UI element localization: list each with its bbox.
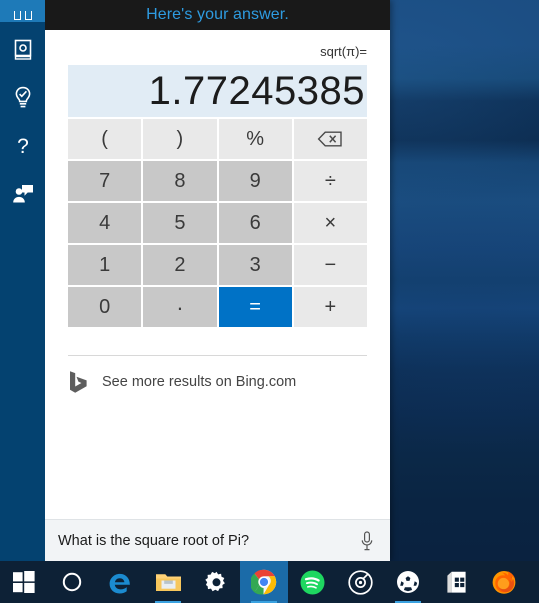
- calc-key-label: 3: [249, 253, 261, 276]
- settings-button[interactable]: [192, 561, 240, 603]
- media-player-button[interactable]: [336, 561, 384, 603]
- calculator-card: sqrt(π)= 1.77245385 ()% 7 8 9 ÷ 4 5 6 × 1 2 3 − 0. = +: [45, 30, 390, 327]
- bing-link-text: See more results on Bing.com: [102, 374, 297, 390]
- file-explorer-button[interactable]: [144, 561, 192, 603]
- edge-icon: [107, 569, 133, 595]
- feedback-icon: [12, 184, 34, 204]
- calc-key-backspace[interactable]: [293, 119, 367, 159]
- spotify-icon: [300, 570, 325, 595]
- backspace-icon: [317, 131, 343, 147]
- calc-key-0[interactable]: 0: [68, 287, 142, 327]
- calc-key-label: 7: [99, 169, 111, 192]
- start-icon: [13, 571, 35, 593]
- calc-key-label: ): [176, 127, 184, 150]
- calculator-result: 1.77245385: [148, 69, 365, 113]
- calc-key-label: ÷: [324, 169, 336, 192]
- calc-key-5[interactable]: 5: [143, 203, 217, 243]
- calc-key-label: 9: [249, 169, 261, 192]
- keypad-row: 7 8 9 ÷: [68, 161, 367, 201]
- calc-key-2[interactable]: 2: [143, 245, 217, 285]
- store-button[interactable]: [432, 561, 480, 603]
- calc-key-label: =: [249, 295, 261, 318]
- sidebar-icon-list: ?: [0, 26, 45, 218]
- bing-more-results-link[interactable]: See more results on Bing.com: [45, 356, 390, 394]
- calc-key-label: 8: [174, 169, 186, 192]
- keypad-row: 0. = +: [68, 287, 367, 327]
- system-tray[interactable]: [528, 561, 539, 603]
- edge-button[interactable]: [96, 561, 144, 603]
- start-button[interactable]: [0, 561, 48, 603]
- calc-key-minus[interactable]: −: [293, 245, 367, 285]
- cortana-body: ? Here's your answer. sqrt(π)= 1.7724538…: [0, 0, 390, 561]
- file-explorer-icon: [155, 571, 182, 593]
- calc-key-label: 2: [174, 253, 186, 276]
- firefox-button[interactable]: [480, 561, 528, 603]
- calc-key-label: (: [101, 127, 108, 150]
- calc-key-label: 6: [249, 211, 261, 234]
- help-icon: ?: [14, 134, 32, 158]
- calc-key-4[interactable]: 4: [68, 203, 142, 243]
- calc-key-label: 4: [99, 211, 111, 234]
- game-icon: [396, 570, 420, 594]
- calc-key-multiply[interactable]: ×: [293, 203, 367, 243]
- store-icon: [445, 570, 467, 594]
- sidebar-item-help[interactable]: ?: [0, 122, 45, 170]
- calc-key-label: +: [324, 295, 337, 318]
- calc-key-label: 5: [174, 211, 186, 234]
- calc-key-plus[interactable]: +: [293, 287, 367, 327]
- sidebar-item-notebook[interactable]: [0, 26, 45, 74]
- taskbar: [0, 561, 539, 603]
- firefox-icon: [491, 569, 517, 595]
- calc-key-9[interactable]: 9: [218, 161, 292, 201]
- media-player-icon: [347, 569, 373, 595]
- search-input[interactable]: What is the square root of Pi?: [58, 533, 356, 549]
- sidebar-item-reminders[interactable]: [0, 74, 45, 122]
- calc-key-rparen[interactable]: ): [143, 119, 217, 159]
- cortana-button[interactable]: [48, 561, 96, 603]
- calculator-keypad: ()% 7 8 9 ÷ 4 5 6 × 1 2 3 − 0. = +: [68, 119, 367, 327]
- spotify-button[interactable]: [288, 561, 336, 603]
- sidebar-item-feedback[interactable]: [0, 170, 45, 218]
- calculator-display: 1.77245385: [68, 65, 367, 117]
- calc-key-label: %: [246, 127, 265, 150]
- calc-key-percent[interactable]: %: [218, 119, 292, 159]
- bing-logo-icon: [68, 370, 90, 394]
- menu-icon[interactable]: [0, 0, 45, 22]
- lightbulb-check-icon: [13, 86, 33, 110]
- calc-key-label: 0: [99, 295, 111, 318]
- calc-key-label: ×: [324, 211, 337, 234]
- calc-key-3[interactable]: 3: [218, 245, 292, 285]
- calc-key-6[interactable]: 6: [218, 203, 292, 243]
- cortana-panel: ? Here's your answer. sqrt(π)= 1.7724538…: [0, 0, 390, 561]
- calc-key-divide[interactable]: ÷: [293, 161, 367, 201]
- calc-key-lparen[interactable]: (: [68, 119, 142, 159]
- notebook-icon: [13, 39, 33, 61]
- calc-key-label: 1: [99, 253, 111, 276]
- keypad-row: ()%: [68, 119, 367, 159]
- microphone-icon[interactable]: [356, 530, 378, 552]
- game-button[interactable]: [384, 561, 432, 603]
- calc-key-8[interactable]: 8: [143, 161, 217, 201]
- keypad-row: 1 2 3 −: [68, 245, 367, 285]
- cortana-search-bar[interactable]: What is the square root of Pi?: [45, 519, 390, 561]
- cortana-sidebar: ?: [0, 0, 45, 561]
- cortana-icon: [61, 571, 83, 593]
- calc-key-label: −: [324, 253, 337, 276]
- calc-key-1[interactable]: 1: [68, 245, 142, 285]
- chrome-button[interactable]: [240, 561, 288, 603]
- settings-icon: [204, 571, 228, 594]
- keypad-row: 4 5 6 ×: [68, 203, 367, 243]
- chrome-icon: [251, 569, 277, 595]
- calc-key-equals[interactable]: =: [218, 287, 292, 327]
- svg-text:?: ?: [17, 135, 29, 158]
- calculator-expression: sqrt(π)=: [320, 44, 367, 59]
- calc-key-7[interactable]: 7: [68, 161, 142, 201]
- cortana-content: Here's your answer. sqrt(π)= 1.77245385 …: [45, 0, 390, 561]
- calc-key-decimal[interactable]: .: [143, 287, 217, 327]
- menu-icon-bars: [13, 11, 32, 22]
- answer-header: Here's your answer.: [45, 0, 390, 30]
